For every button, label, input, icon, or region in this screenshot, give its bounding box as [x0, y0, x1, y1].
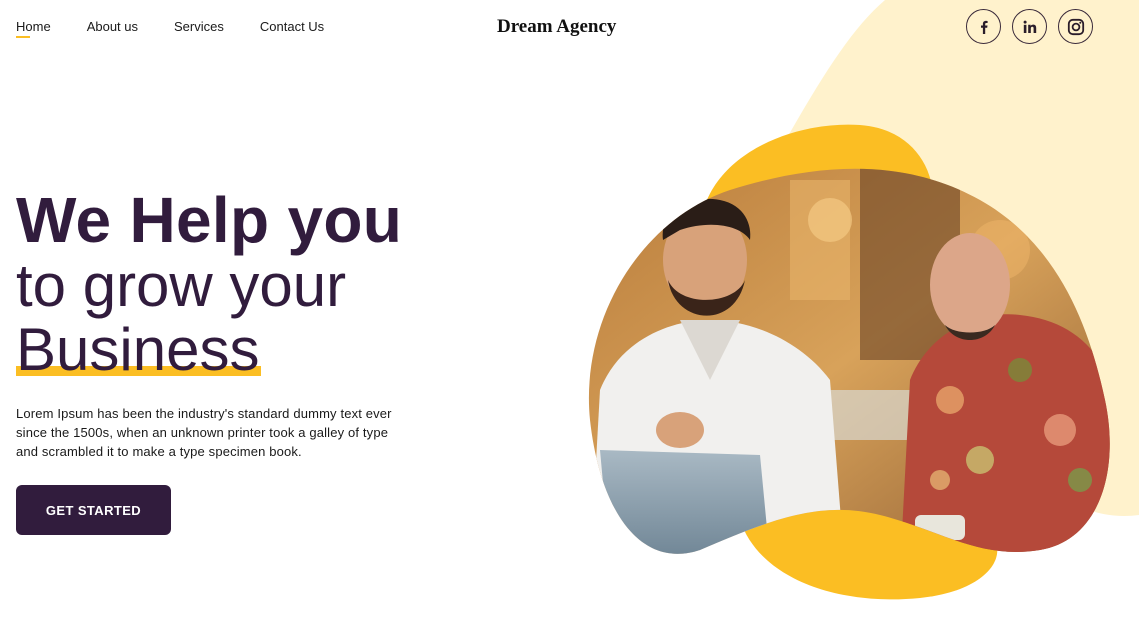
nav-link-about-us[interactable]: About us — [87, 19, 138, 34]
main-navigation: Home About us Services Contact Us — [16, 19, 324, 38]
nav-link-contact-us[interactable]: Contact Us — [260, 19, 324, 34]
hero-heading: We Help you to grow your Business — [16, 186, 402, 382]
hero-heading-line-1: We Help you — [16, 184, 403, 256]
linkedin-link[interactable] — [1012, 9, 1047, 44]
hero-photo — [588, 168, 1110, 554]
facebook-icon — [980, 20, 988, 34]
instagram-link[interactable] — [1058, 9, 1093, 44]
facebook-link[interactable] — [966, 9, 1001, 44]
social-links — [966, 9, 1093, 44]
hero-heading-line-2: to grow your — [16, 252, 347, 319]
nav-link-services[interactable]: Services — [174, 19, 224, 34]
get-started-button[interactable]: GET STARTED — [16, 485, 171, 535]
nav-link-home[interactable]: Home — [16, 19, 51, 38]
linkedin-icon — [1023, 20, 1036, 33]
hero-description: Lorem Ipsum has been the industry's stan… — [16, 406, 392, 459]
hero-heading-line-3: Business — [16, 316, 262, 383]
instagram-icon — [1067, 18, 1084, 35]
brand-logo[interactable]: Dream Agency — [497, 16, 616, 38]
